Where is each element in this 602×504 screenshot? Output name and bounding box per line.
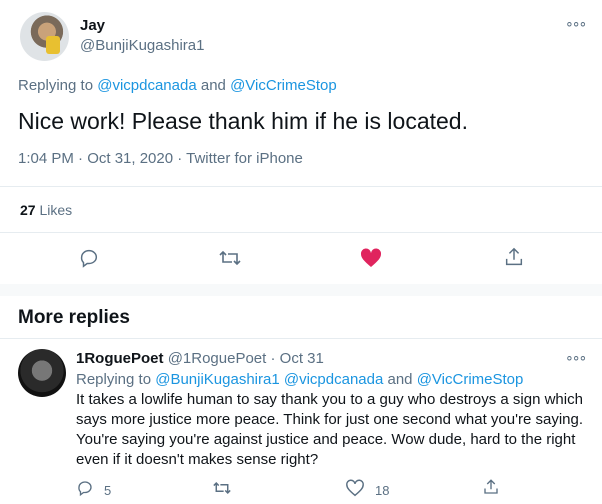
like-count: 18 xyxy=(375,483,390,498)
likes-label: Likes xyxy=(39,202,73,218)
divider xyxy=(0,232,602,233)
more-options-icon[interactable]: ∘∘∘ xyxy=(565,15,587,32)
mention-bunjikugashira1[interactable]: @BunjiKugashira1 xyxy=(155,371,279,388)
share-icon[interactable] xyxy=(482,478,500,501)
like-filled-icon[interactable] xyxy=(359,247,383,269)
reply-icon[interactable] xyxy=(76,479,94,502)
reply-more-options-icon[interactable]: ∘∘∘ xyxy=(565,349,587,366)
author-avatar[interactable] xyxy=(20,12,69,61)
likes-stat[interactable]: 27 Likes xyxy=(20,202,72,218)
author-name[interactable]: Jay xyxy=(80,17,105,34)
divider xyxy=(0,338,602,339)
retweet-icon[interactable] xyxy=(218,247,242,269)
reply-author-name[interactable]: 1RoguePoet xyxy=(76,350,164,367)
retweet-icon[interactable] xyxy=(212,479,232,502)
reply-author-avatar[interactable] xyxy=(18,349,66,397)
divider xyxy=(0,186,602,187)
share-icon[interactable] xyxy=(503,246,525,268)
author-handle[interactable]: @BunjiKugashira1 xyxy=(80,37,204,54)
mention-viccrimestop[interactable]: @VicCrimeStop xyxy=(417,371,524,388)
mention-and: and xyxy=(387,371,413,388)
mention-and: and xyxy=(200,77,226,94)
reply-date[interactable]: · Oct 31 xyxy=(271,350,324,367)
section-separator xyxy=(0,284,602,296)
like-icon[interactable] xyxy=(345,479,365,502)
tweet-text: Nice work! Please thank him if he is loc… xyxy=(18,108,468,134)
reply-count: 5 xyxy=(104,483,112,498)
reply-icon[interactable] xyxy=(78,247,100,269)
reply-replying-to-label: Replying to xyxy=(76,371,152,388)
replying-to-label: Replying to xyxy=(18,77,94,94)
more-replies-title: More replies xyxy=(18,307,130,328)
reply-replying-to-line: Replying to @BunjiKugashira1 @vicpdcanad… xyxy=(76,371,523,388)
reply-like-action[interactable]: 18 xyxy=(345,479,389,502)
reply-author-handle[interactable]: @1RoguePoet xyxy=(168,350,267,367)
likes-count: 27 xyxy=(20,202,36,218)
reply-reply-action[interactable]: 5 xyxy=(76,479,111,502)
tweet-timestamp[interactable]: 1:04 PM · Oct 31, 2020 · Twitter for iPh… xyxy=(18,150,303,167)
replying-to-line: Replying to @vicpdcanada and @VicCrimeSt… xyxy=(18,77,337,94)
mention-vicpdcanada[interactable]: @vicpdcanada xyxy=(97,77,196,94)
reply-text: It takes a lowlife human to say thank yo… xyxy=(76,391,584,468)
mention-viccrimestop[interactable]: @VicCrimeStop xyxy=(230,77,337,94)
reply-header: 1RoguePoet @1RoguePoet · Oct 31 xyxy=(76,350,324,367)
mention-vicpdcanada[interactable]: @vicpdcanada xyxy=(284,371,383,388)
